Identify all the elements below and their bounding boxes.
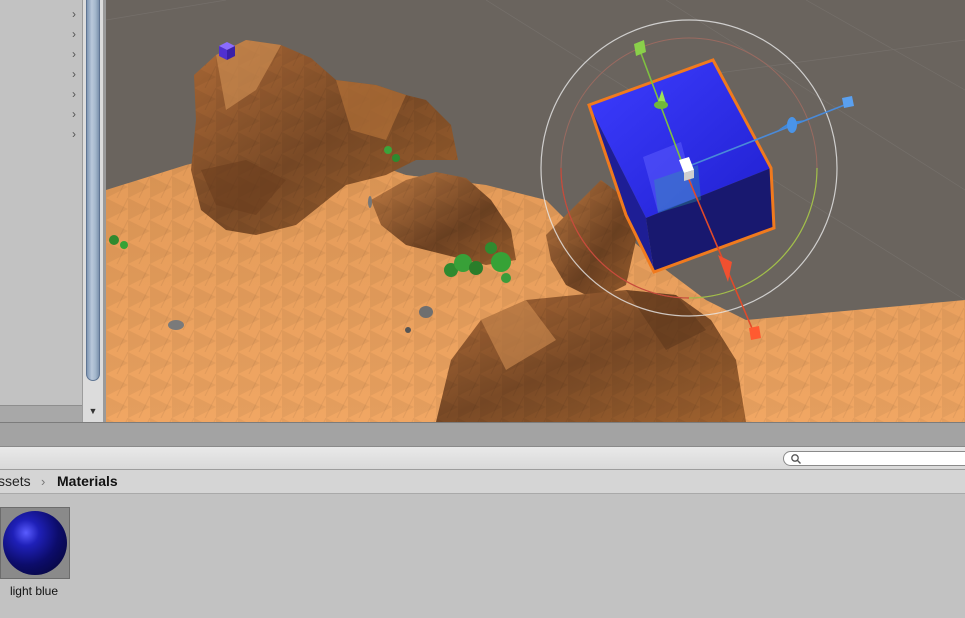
expand-arrow-icon[interactable]: ›	[68, 7, 80, 21]
search-icon	[791, 454, 801, 464]
hierarchy-scrollbar[interactable]: ▼	[82, 0, 103, 422]
project-toolbar	[0, 447, 965, 470]
scroll-down-arrow-icon[interactable]: ▼	[87, 404, 99, 418]
scene-view[interactable]	[103, 0, 965, 422]
terrain	[106, 40, 965, 422]
asset-label: light blue	[9, 584, 59, 598]
scene-viewport[interactable]	[106, 0, 965, 422]
expand-arrow-icon[interactable]: ›	[68, 87, 80, 101]
breadcrumb: ssets › Materials	[0, 470, 965, 494]
scrollbar-thumb[interactable]	[86, 0, 100, 381]
breadcrumb-separator-icon: ›	[41, 474, 46, 489]
asset-grid: light blue	[0, 494, 965, 618]
hierarchy-panel: › › › › › › ›	[0, 0, 82, 405]
expand-arrow-icon[interactable]: ›	[68, 127, 80, 141]
hierarchy-footer	[0, 405, 82, 423]
asset-item-light-blue[interactable]: light blue	[0, 507, 72, 607]
editor-window: › › › › › › › ▼ ssets › Materials light …	[0, 0, 965, 618]
expand-arrow-icon[interactable]: ›	[68, 27, 80, 41]
material-thumbnail[interactable]	[0, 507, 70, 579]
material-sphere-icon	[3, 511, 67, 575]
expand-arrow-icon[interactable]: ›	[68, 67, 80, 81]
search-input[interactable]	[783, 451, 965, 466]
panel-separator	[0, 422, 965, 447]
expand-arrow-icon[interactable]: ›	[68, 107, 80, 121]
breadcrumb-materials[interactable]: Materials	[57, 470, 118, 493]
expand-arrow-icon[interactable]: ›	[68, 47, 80, 61]
breadcrumb-assets[interactable]: ssets	[0, 470, 31, 493]
